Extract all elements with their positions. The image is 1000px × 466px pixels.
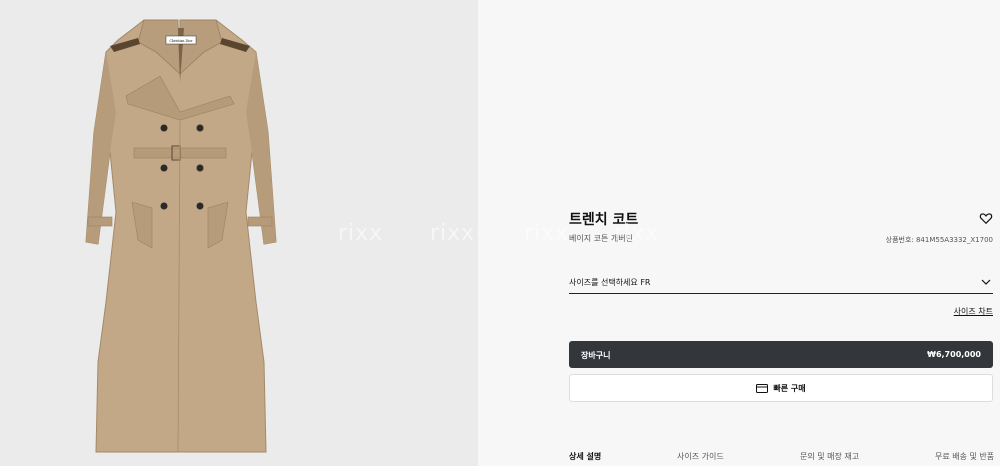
product-info-tabs: 상세 설명 사이즈 가이드 문의 및 매장 재고 무료 배송 및 반품 bbox=[569, 448, 994, 466]
product-title: 트렌치 코트 bbox=[569, 212, 639, 228]
credit-card-icon bbox=[756, 383, 769, 393]
tab-details[interactable]: 상세 설명 bbox=[569, 451, 601, 462]
add-to-cart-button[interactable]: 장바구니 ₩6,700,000 bbox=[569, 341, 993, 368]
price: ₩6,700,000 bbox=[927, 350, 981, 359]
quick-buy-button[interactable]: 빠른 구매 bbox=[569, 374, 993, 402]
tab-inquiry-stock[interactable]: 문의 및 매장 재고 bbox=[800, 451, 859, 462]
product-image: Christian Dior bbox=[85, 19, 277, 453]
size-select[interactable]: 사이즈를 선택하세요 FR bbox=[569, 272, 993, 294]
quick-buy-label: 빠른 구매 bbox=[773, 383, 806, 393]
wishlist-button[interactable] bbox=[979, 210, 993, 225]
product-subtitle: 베이지 코튼 개버딘 bbox=[569, 234, 633, 243]
heart-outline-icon bbox=[979, 213, 993, 225]
add-to-cart-label: 장바구니 bbox=[581, 351, 611, 360]
chevron-down-icon bbox=[981, 279, 991, 285]
product-image-panel[interactable]: Christian Dior bbox=[0, 0, 478, 466]
size-chart-link[interactable]: 사이즈 차트 bbox=[954, 306, 993, 317]
tab-shipping-returns[interactable]: 무료 배송 및 반품 bbox=[935, 451, 994, 462]
coat-label: Christian Dior bbox=[170, 39, 193, 43]
tab-size-guide[interactable]: 사이즈 가이드 bbox=[677, 451, 724, 462]
size-select-label: 사이즈를 선택하세요 FR bbox=[569, 278, 651, 287]
product-sku: 상품번호: 841M55A3332_X1700 bbox=[885, 236, 993, 244]
